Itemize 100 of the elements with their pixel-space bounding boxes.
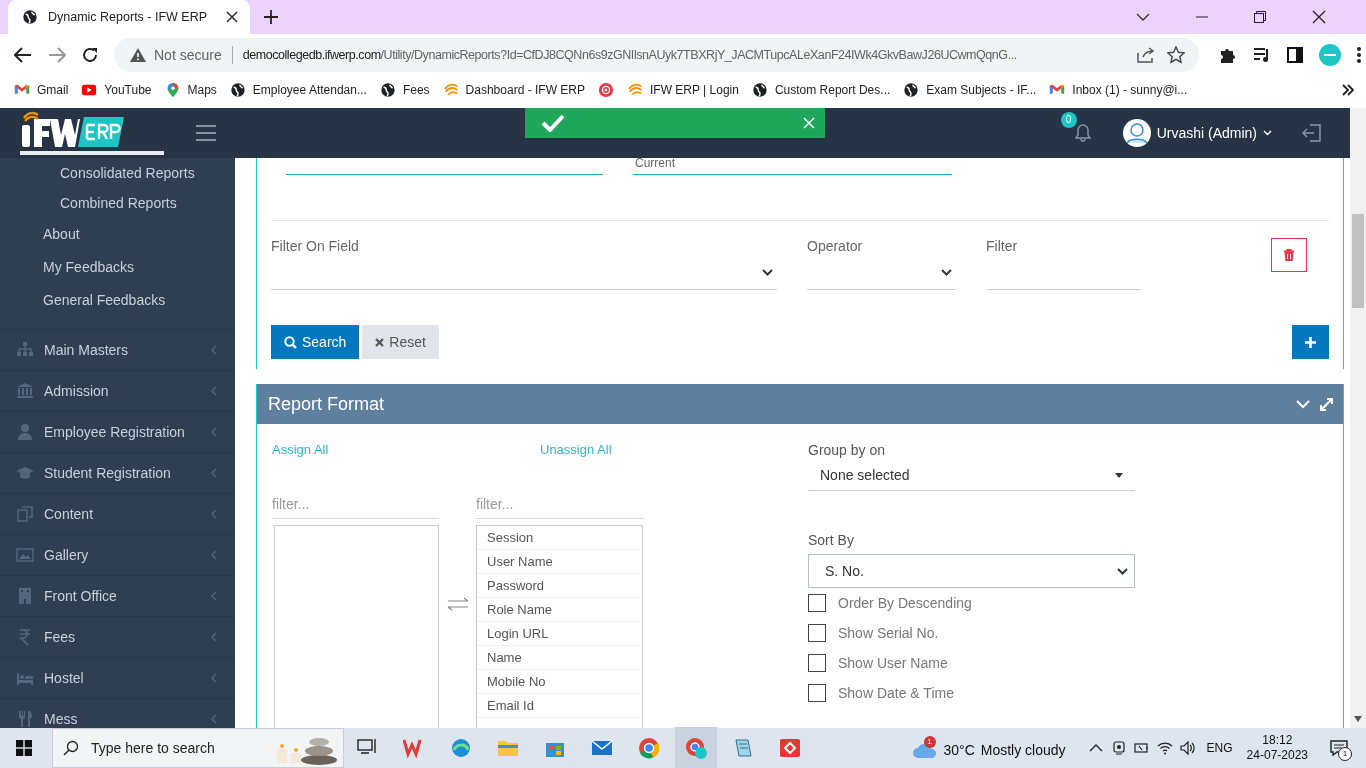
list-option[interactable]: Mobile No: [477, 670, 642, 694]
user-menu[interactable]: Urvashi (Admin): [1122, 119, 1272, 147]
sidebar-menu-item[interactable]: Student Registration: [0, 452, 235, 493]
clock[interactable]: 18:12 24-07-2023: [1246, 733, 1308, 763]
share-icon[interactable]: [1137, 47, 1155, 63]
play-icon: [81, 82, 98, 98]
sidebar-item[interactable]: Combined Reports: [0, 188, 235, 218]
battery-plug-icon[interactable]: [1133, 740, 1150, 756]
speaker-icon[interactable]: [1179, 740, 1196, 756]
address-bar[interactable]: Not secure democollegedb.ifwerp.com/Utility/DynamicReports?Id=CfDJ8CQNn6s9zGNIlsnAUyk7TBXRjY_JACMTupcALeXanF24IWk4GkvBawJ26UCwmQqnG...: [114, 38, 1199, 72]
sidebar-menu-item[interactable]: Gallery: [0, 534, 235, 575]
building-icon: [16, 587, 34, 605]
add-button[interactable]: [1292, 325, 1329, 359]
swirl-icon: [442, 82, 459, 98]
wifi-icon[interactable]: [1156, 740, 1173, 756]
checkbox[interactable]: [808, 684, 826, 702]
warning-icon: [130, 48, 146, 62]
sidebar-menu-item[interactable]: Admission: [0, 370, 235, 411]
checkbox[interactable]: [808, 624, 826, 642]
plus-icon: [1305, 336, 1316, 348]
sidebar-item[interactable]: About: [0, 218, 235, 251]
checkbox[interactable]: [808, 654, 826, 672]
restore-icon[interactable]: [1254, 11, 1266, 23]
chevron-left-icon: [211, 468, 217, 478]
logout-icon[interactable]: [1302, 123, 1322, 143]
playlist-icon[interactable]: [1253, 47, 1271, 63]
chrome-icon[interactable]: [638, 737, 660, 759]
reset-button[interactable]: Reset: [362, 325, 439, 359]
bookmark-link[interactable]: [598, 82, 614, 98]
camera-icon[interactable]: [1110, 740, 1127, 756]
chevron-left-icon: [211, 632, 217, 642]
checkbox-label: Show Date & Time: [838, 685, 954, 701]
chevron-left-icon: [211, 714, 217, 724]
collapse-icon[interactable]: [1296, 399, 1310, 409]
sidebar-item[interactable]: Consolidated Reports: [0, 158, 235, 188]
bell-icon[interactable]: [1074, 124, 1091, 142]
bookmark-link[interactable]: Gmail: [14, 82, 69, 98]
list-option[interactable]: Login URL: [477, 622, 642, 646]
sidebar-menu-item[interactable]: Front Office: [0, 575, 235, 616]
bookmark-link[interactable]: Inbox (1) - sunny@i...: [1049, 82, 1188, 98]
caret-icon: [1263, 130, 1272, 136]
notifications-icon[interactable]: [1330, 740, 1348, 756]
side-panel-icon[interactable]: [1287, 47, 1303, 63]
close-icon[interactable]: [1312, 10, 1326, 24]
bookmark-link[interactable]: Exam Subjects - IF...: [903, 82, 1037, 98]
sidebar-menu-item[interactable]: Employee Registration: [0, 411, 235, 452]
list-option[interactable]: Password: [477, 574, 642, 598]
chevron-left-icon: [211, 386, 217, 396]
expand-icon[interactable]: [1320, 397, 1333, 411]
menu-icon[interactable]: [196, 125, 216, 141]
weather-widget[interactable]: 1 30°C Mostly cloudy: [911, 733, 1066, 763]
scrollbar[interactable]: [1350, 108, 1366, 728]
chevron-down-icon[interactable]: [1136, 12, 1150, 22]
notepad-icon[interactable]: [732, 737, 754, 759]
sort-by-select[interactable]: S. No.: [808, 554, 1135, 588]
bookmark-link[interactable]: Dashboard - IFW ERP: [442, 82, 585, 98]
chevron-down-icon: [1117, 567, 1128, 575]
sidebar-menu-item[interactable]: Content: [0, 493, 235, 534]
notification-count: 0: [1060, 112, 1077, 128]
back-arrow-icon[interactable]: [14, 47, 32, 63]
puzzle-icon[interactable]: [1219, 46, 1237, 64]
sidebar-item[interactable]: General Feedbacks: [0, 284, 235, 317]
chevrons-right-icon[interactable]: [1342, 84, 1354, 96]
sidebar-item[interactable]: My Feedbacks: [0, 251, 235, 284]
list-option[interactable]: User Name: [477, 550, 642, 574]
sidebar-menu-item[interactable]: Main Masters: [0, 329, 235, 370]
list-option[interactable]: Name: [477, 646, 642, 670]
checkbox[interactable]: [808, 594, 826, 612]
search-button[interactable]: Search: [271, 325, 360, 359]
chevron-left-icon: [211, 345, 217, 355]
more-menu-icon[interactable]: [1357, 47, 1361, 63]
bookmark-link[interactable]: IFW ERP | Login: [627, 82, 739, 98]
chevron-left-icon: [211, 591, 217, 601]
star-icon[interactable]: [1167, 46, 1185, 64]
bookmark-link[interactable]: Maps: [164, 82, 217, 98]
list-option[interactable]: Session: [477, 526, 642, 550]
scrollbar-thumb[interactable]: [1352, 214, 1364, 308]
sitemap-icon: [16, 341, 34, 359]
bookmark-link[interactable]: Employee Attendan...: [229, 82, 367, 98]
bookmark-link[interactable]: Fees: [379, 82, 430, 98]
language-indicator[interactable]: ENG: [1206, 741, 1233, 755]
delete-button[interactable]: [1271, 238, 1307, 272]
browser-tab[interactable]: Dynamic Reports - IFW ERP: [8, 0, 250, 34]
field-label: Group by on: [808, 442, 887, 458]
windows-start-icon[interactable]: [16, 740, 32, 756]
list-option[interactable]: Email Id: [477, 694, 642, 718]
forward-arrow-icon[interactable]: [48, 47, 66, 63]
bookmark-link[interactable]: YouTube: [81, 82, 152, 98]
diamond-app-icon[interactable]: [779, 737, 801, 759]
group-by-dropdown[interactable]: None selected: [808, 460, 1135, 491]
bookmark-link[interactable]: Custom Report Des...: [751, 82, 891, 98]
close-icon[interactable]: [226, 11, 238, 23]
swirl-browser-icon[interactable]: [450, 737, 472, 759]
reload-icon[interactable]: [82, 47, 98, 63]
sidebar-menu-item[interactable]: Fees: [0, 616, 235, 657]
sidebar-menu-item[interactable]: Hostel: [0, 657, 235, 698]
new-tab-icon[interactable]: [264, 10, 278, 24]
list-option[interactable]: Role Name: [477, 598, 642, 622]
session-select[interactable]: Current: [633, 158, 952, 175]
taskbar-search-field[interactable]: Type here to search: [52, 728, 344, 768]
